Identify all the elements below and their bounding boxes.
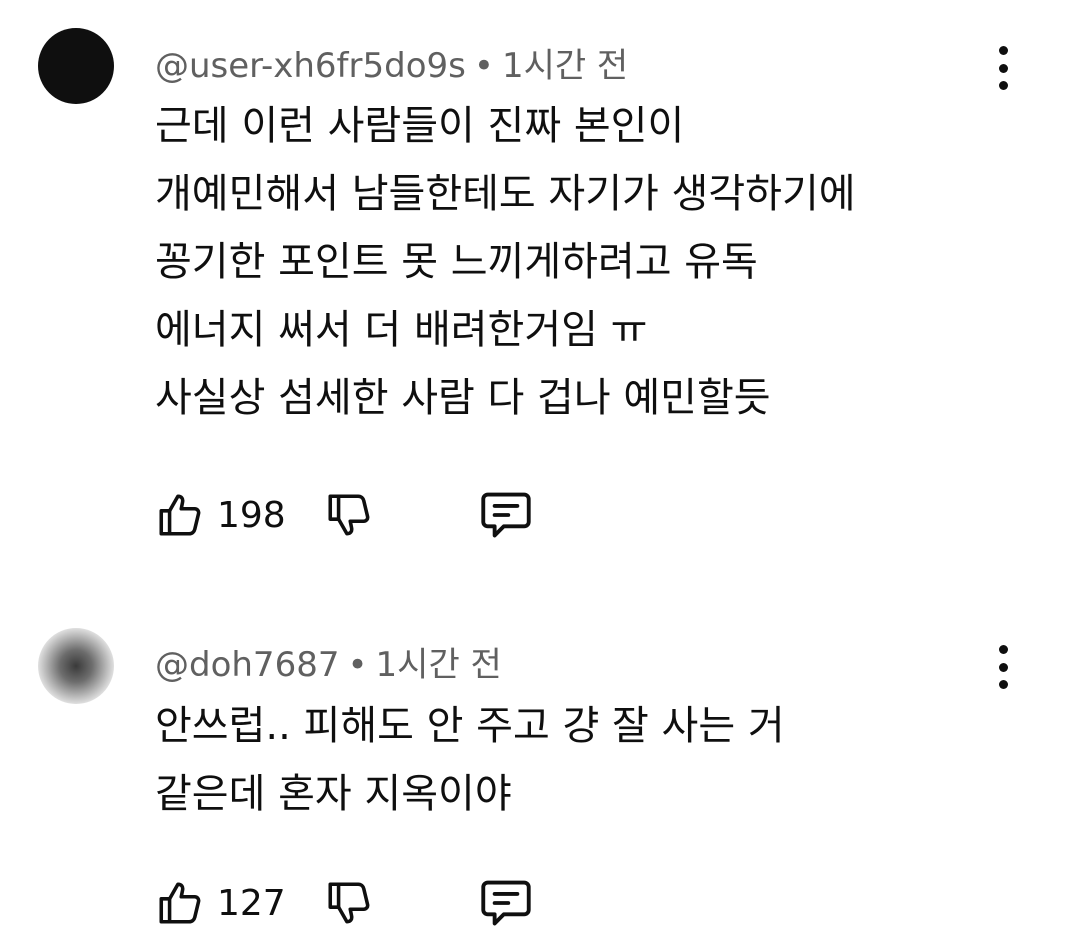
comment-line: 꽁기한 포인트 못 느끼게하려고 유독 [155, 239, 758, 285]
author-handle[interactable]: @user-xh6fr5do9s [155, 46, 466, 86]
reply-comment-icon [481, 492, 531, 538]
avatar[interactable] [38, 28, 114, 104]
like-button[interactable]: 198 [155, 490, 286, 540]
comment-actions: 127 [155, 878, 534, 928]
comment-line: 사실상 섬세한 사람 다 겁나 예민할듯 [155, 375, 771, 421]
more-options-icon[interactable] [990, 645, 1016, 689]
timestamp: 1시간 전 [375, 645, 502, 685]
comment-line: 안쓰럽.. 피해도 안 주고 걍 잘 사는 거 [155, 703, 785, 749]
thumbs-down-icon [328, 882, 370, 924]
reply-button[interactable] [478, 878, 534, 928]
comment-line: 근데 이런 사람들이 진짜 본인이 [155, 103, 685, 149]
like-count: 127 [217, 882, 286, 924]
thumbs-up-icon [159, 882, 201, 924]
thumbs-down-icon [328, 494, 370, 536]
reply-comment-icon [481, 880, 531, 926]
comment-line: 에너지 써서 더 배려한거임 ㅠ [155, 307, 648, 353]
like-count: 198 [217, 494, 286, 536]
like-button[interactable]: 127 [155, 878, 286, 928]
avatar[interactable] [38, 628, 114, 704]
thumbs-up-icon [159, 494, 201, 536]
separator-dot: • [473, 46, 494, 86]
comment-actions: 198 [155, 490, 534, 540]
comment-text: 안쓰럽.. 피해도 안 주고 걍 잘 사는 거 같은데 혼자 지옥이야 [155, 692, 785, 828]
dislike-button[interactable] [324, 878, 374, 928]
more-options-icon[interactable] [990, 46, 1016, 90]
separator-dot: • [347, 645, 368, 685]
comment-header: @doh7687 • 1시간 전 [155, 637, 502, 686]
comment-header: @user-xh6fr5do9s • 1시간 전 [155, 38, 628, 87]
comment-text: 근데 이런 사람들이 진짜 본인이 개예민해서 남들한테도 자기가 생각하기에 … [155, 92, 856, 432]
reply-button[interactable] [478, 490, 534, 540]
comment-line: 같은데 혼자 지옥이야 [155, 771, 512, 817]
author-handle[interactable]: @doh7687 [155, 645, 339, 685]
comment-line: 개예민해서 남들한테도 자기가 생각하기에 [155, 171, 856, 217]
timestamp: 1시간 전 [501, 46, 629, 86]
dislike-button[interactable] [324, 490, 374, 540]
